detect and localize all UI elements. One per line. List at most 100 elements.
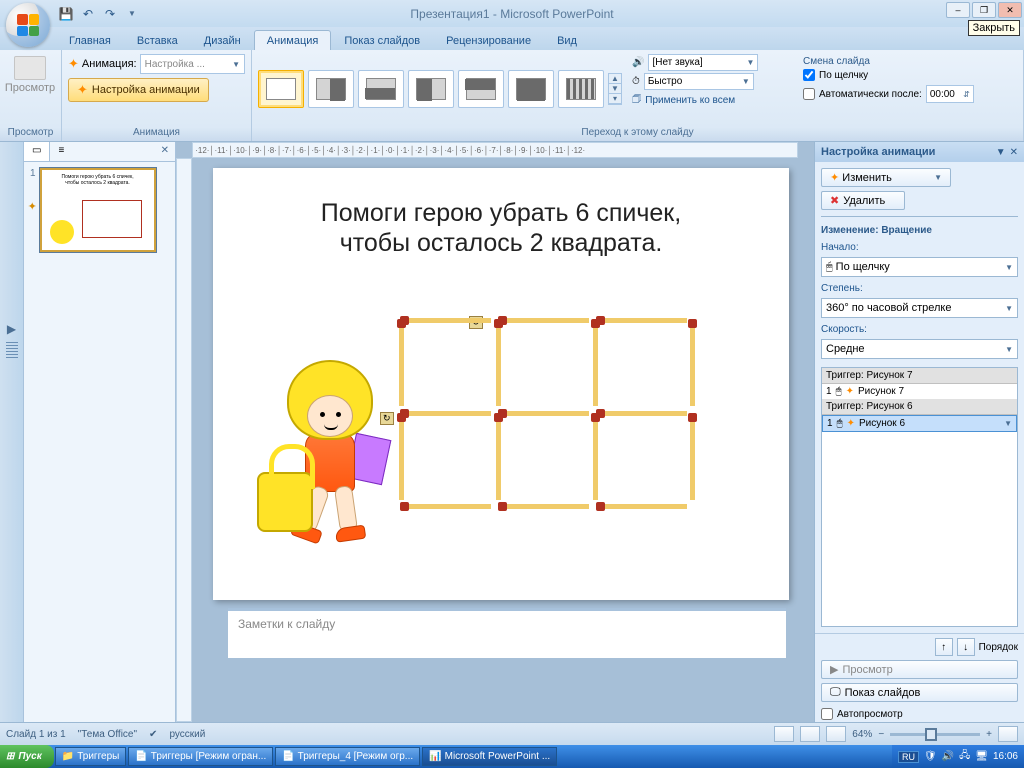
autopreview-checkbox[interactable]: Автопросмотр xyxy=(815,706,1024,722)
animation-combo[interactable]: Настройка ...▼ xyxy=(140,54,245,74)
effect-item-selected[interactable]: 1🖱✦Рисунок 6▼ xyxy=(822,415,1017,432)
speed-combo[interactable]: Быстро▼ xyxy=(644,73,754,90)
taskbar-item[interactable]: 📄 Триггеры_4 [Режим огр... xyxy=(275,747,420,766)
auto-time-spinner[interactable]: 00:00⇵ xyxy=(926,85,974,103)
zoom-in-button[interactable]: + xyxy=(986,729,992,740)
gallery-scroll[interactable]: ▲▼▾ xyxy=(608,73,622,105)
close-tooltip: Закрыть xyxy=(968,20,1020,36)
normal-view-button[interactable] xyxy=(774,726,794,742)
taskpane-menu-icon[interactable]: ▼ xyxy=(996,147,1006,158)
save-icon[interactable]: 💾 xyxy=(56,4,76,24)
taskpane-header: Настройка анимации ▼ ✕ xyxy=(815,142,1024,162)
apply-all-button[interactable]: 🗇Применить ко всем xyxy=(632,92,793,109)
sorter-view-button[interactable] xyxy=(800,726,820,742)
zoom-slider[interactable] xyxy=(890,733,980,736)
match[interactable] xyxy=(601,504,687,509)
clock[interactable]: 16:06 xyxy=(993,751,1018,762)
fit-button[interactable] xyxy=(998,726,1018,742)
match[interactable] xyxy=(601,411,687,416)
minimize-button[interactable]: – xyxy=(946,2,970,18)
taskbar-item-active[interactable]: 📊 Microsoft PowerPoint ... xyxy=(422,747,557,766)
transition-item[interactable] xyxy=(308,70,354,108)
play-button[interactable]: ▶Просмотр xyxy=(821,660,1018,679)
sound-combo[interactable]: [Нет звука]▼ xyxy=(648,54,758,71)
match[interactable] xyxy=(503,504,589,509)
tab-slideshow[interactable]: Показ слайдов xyxy=(331,30,433,50)
match[interactable] xyxy=(503,318,589,323)
zoom-out-button[interactable]: − xyxy=(878,729,884,740)
transition-item[interactable] xyxy=(358,70,404,108)
thumbnail-1[interactable]: 1 ✦ Помоги герою убрать 6 спичек,чтобы о… xyxy=(30,168,169,252)
match[interactable] xyxy=(593,324,598,406)
taskpane-close-icon[interactable]: ✕ xyxy=(1010,147,1018,158)
preview-button[interactable]: Просмотр xyxy=(4,52,56,94)
notes-pane[interactable]: Заметки к слайду xyxy=(228,608,786,658)
tray-icon[interactable]: 🖧 xyxy=(959,748,970,765)
reorder-up-button[interactable]: ↑ xyxy=(935,638,953,656)
transition-item[interactable] xyxy=(408,70,454,108)
panel-close-icon[interactable]: ✕ xyxy=(155,142,175,161)
start-combo[interactable]: 🖱 По щелчку▼ xyxy=(821,257,1018,277)
reorder-down-button[interactable]: ↓ xyxy=(957,638,975,656)
tab-home[interactable]: Главная xyxy=(56,30,124,50)
tab-view[interactable]: Вид xyxy=(544,30,590,50)
on-click-checkbox[interactable]: По щелчку xyxy=(803,69,1011,81)
tray-icon[interactable]: 🖥 xyxy=(975,751,988,762)
tab-review[interactable]: Рецензирование xyxy=(433,30,544,50)
slides-tab[interactable]: ▭ xyxy=(24,142,50,161)
match[interactable] xyxy=(496,324,501,406)
match[interactable] xyxy=(690,418,695,500)
match[interactable] xyxy=(503,411,589,416)
match[interactable] xyxy=(405,411,491,416)
remove-effect-button[interactable]: ✖Удалить xyxy=(821,191,905,210)
auto-after-checkbox[interactable]: Автоматически после: 00:00⇵ xyxy=(803,85,1011,103)
match[interactable] xyxy=(496,418,501,500)
restore-button[interactable]: ❐ xyxy=(972,2,996,18)
custom-animation-button[interactable]: ✦ Настройка анимации xyxy=(68,78,209,102)
transition-none[interactable] xyxy=(258,70,304,108)
slide-title: Помоги герою убрать 6 спичек,чтобы остал… xyxy=(253,198,749,258)
taskbar-item[interactable]: 📁 Триггеры xyxy=(55,747,127,766)
transition-item[interactable] xyxy=(458,70,504,108)
slideshow-button[interactable]: 🖵Показ слайдов xyxy=(821,683,1018,702)
language-bar[interactable]: RU xyxy=(898,751,919,763)
amount-combo[interactable]: 360° по часовой стрелке▼ xyxy=(821,298,1018,318)
character-image[interactable] xyxy=(257,360,417,580)
start-button[interactable]: ⊞Пуск xyxy=(0,745,54,768)
match[interactable] xyxy=(690,324,695,406)
tab-design[interactable]: Дизайн xyxy=(191,30,254,50)
redo-icon[interactable]: ↷ xyxy=(100,4,120,24)
qat-dropdown-icon[interactable]: ▼ xyxy=(122,4,142,24)
transition-item[interactable] xyxy=(558,70,604,108)
outline-tab[interactable]: ≡ xyxy=(50,142,72,161)
match[interactable] xyxy=(405,504,491,509)
windows-logo-icon: ⊞ xyxy=(6,751,14,762)
canvas-scroll[interactable]: Помоги герою убрать 6 спичек,чтобы остал… xyxy=(176,158,814,722)
tray-icon[interactable]: 🔊 xyxy=(942,751,954,762)
side-collapse-bar[interactable]: ▶ xyxy=(0,142,24,722)
speed-label: Скорость: xyxy=(821,324,1018,335)
taskbar-item[interactable]: 📄 Триггеры [Режим огран... xyxy=(128,747,273,766)
match[interactable] xyxy=(593,418,598,500)
tray-icon[interactable]: 🛡 xyxy=(924,751,937,762)
sound-icon: 🔊 xyxy=(632,57,644,68)
slide-canvas[interactable]: Помоги герою убрать 6 спичек,чтобы остал… xyxy=(213,168,789,600)
ribbon-tabs: Главная Вставка Дизайн Анимация Показ сл… xyxy=(0,27,1024,50)
match[interactable] xyxy=(405,318,491,323)
tab-animation[interactable]: Анимация xyxy=(254,30,332,50)
slide-thumbnail[interactable]: ✦ Помоги герою убрать 6 спичек,чтобы ост… xyxy=(40,168,156,252)
effect-item[interactable]: 1🖱✦Рисунок 7 xyxy=(822,384,1017,399)
spellcheck-icon[interactable]: ✔ xyxy=(149,729,157,740)
close-button[interactable]: ✕ xyxy=(998,2,1022,18)
match[interactable] xyxy=(601,318,687,323)
slideshow-view-button[interactable] xyxy=(826,726,846,742)
tab-insert[interactable]: Вставка xyxy=(124,30,191,50)
speed-combo[interactable]: Средне▼ xyxy=(821,339,1018,359)
office-button[interactable] xyxy=(6,3,50,47)
language-indicator[interactable]: русский xyxy=(169,729,205,740)
change-effect-button[interactable]: ✦ Изменить▼ xyxy=(821,168,951,187)
grip-icon xyxy=(6,342,18,358)
office-logo-icon xyxy=(17,14,39,36)
transition-item[interactable] xyxy=(508,70,554,108)
undo-icon[interactable]: ↶ xyxy=(78,4,98,24)
